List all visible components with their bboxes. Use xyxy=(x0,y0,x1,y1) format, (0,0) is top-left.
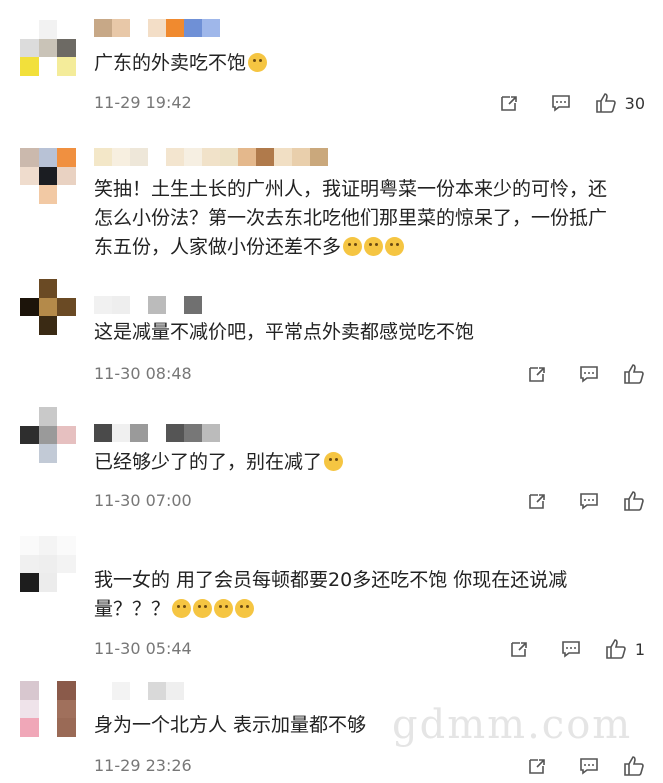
comment-icon xyxy=(562,641,580,658)
reply-button[interactable] xyxy=(563,753,615,779)
smile-emoji-icon xyxy=(248,53,268,72)
share-icon xyxy=(529,367,545,382)
like-count: 30 xyxy=(624,93,645,113)
laugh-emoji-icon xyxy=(343,237,363,256)
thumbs-up-icon xyxy=(624,364,644,384)
username-blurred[interactable] xyxy=(94,19,220,37)
share-icon xyxy=(529,494,545,509)
comment-icon xyxy=(551,95,570,112)
share-icon xyxy=(500,96,517,111)
like-button[interactable] xyxy=(623,755,645,777)
share-button[interactable] xyxy=(493,636,545,662)
comment-icon xyxy=(580,493,598,510)
comment-time: 11-30 08:48 xyxy=(94,364,192,383)
smile-emoji-icon xyxy=(172,599,192,618)
thumbs-up-icon xyxy=(624,756,644,776)
share-button[interactable] xyxy=(511,488,563,514)
username-blurred[interactable] xyxy=(94,682,184,700)
avatar[interactable] xyxy=(20,407,76,463)
comment-text: 这是减量不减价吧，平常点外卖都感觉吃不饱 xyxy=(94,321,475,343)
share-button[interactable] xyxy=(511,753,563,779)
comment-actions xyxy=(511,753,645,779)
comment-icon xyxy=(580,366,598,383)
comment-actions: 30 xyxy=(483,90,645,116)
reply-button[interactable] xyxy=(563,488,615,514)
avatar[interactable] xyxy=(20,20,76,76)
smile-emoji-icon xyxy=(193,599,213,618)
smile-emoji-icon xyxy=(214,599,234,618)
share-button[interactable] xyxy=(483,90,535,116)
avatar[interactable] xyxy=(20,148,76,204)
like-button[interactable]: 30 xyxy=(595,92,645,114)
share-icon xyxy=(511,642,527,657)
comment-actions xyxy=(511,361,645,387)
comment-text: 广东的外卖吃不饱 xyxy=(94,49,623,78)
eyeroll-emoji-icon xyxy=(324,452,344,471)
thumbs-up-icon xyxy=(595,93,616,113)
comment-text: 身为一个北方人 表示加量都不够 xyxy=(94,714,367,736)
thumbs-up-icon xyxy=(624,491,644,511)
avatar[interactable] xyxy=(20,279,76,335)
thumbs-up-icon xyxy=(606,639,626,659)
reply-button[interactable] xyxy=(535,90,587,116)
comment-time: 11-29 23:26 xyxy=(94,756,192,775)
comment-icon xyxy=(580,758,598,775)
comment-text: 笑抽！土生土长的广州人，我证明粤菜一份本来少的可怜，还怎么小份法？第一次去东北吃… xyxy=(94,178,608,258)
laugh-emoji-icon xyxy=(385,237,405,256)
username-blurred[interactable] xyxy=(94,424,220,442)
comment-text: 已经够少了的了，别在减了 xyxy=(94,448,623,477)
reply-button[interactable] xyxy=(563,361,615,387)
comment-time: 11-30 05:44 xyxy=(94,639,192,658)
comment-actions: 1 xyxy=(493,636,645,662)
avatar[interactable] xyxy=(20,681,76,737)
share-icon xyxy=(529,759,545,774)
like-count: 1 xyxy=(634,639,645,659)
smile-emoji-icon xyxy=(235,599,255,618)
comment-text: 我一女的 用了会员每顿都要20多还吃不饱 你现在还说减量？？？ xyxy=(94,569,568,620)
comment-time: 11-29 19:42 xyxy=(94,93,192,112)
comment-time: 11-30 07:00 xyxy=(94,491,192,510)
username-blurred[interactable] xyxy=(94,148,328,166)
reply-button[interactable] xyxy=(545,636,597,662)
laugh-emoji-icon xyxy=(364,237,384,256)
comment-actions xyxy=(511,488,645,514)
username-blurred[interactable] xyxy=(94,296,202,314)
like-button[interactable] xyxy=(623,490,645,512)
share-button[interactable] xyxy=(511,361,563,387)
like-button[interactable] xyxy=(623,363,645,385)
like-button[interactable]: 1 xyxy=(605,638,645,660)
avatar[interactable] xyxy=(20,536,76,592)
